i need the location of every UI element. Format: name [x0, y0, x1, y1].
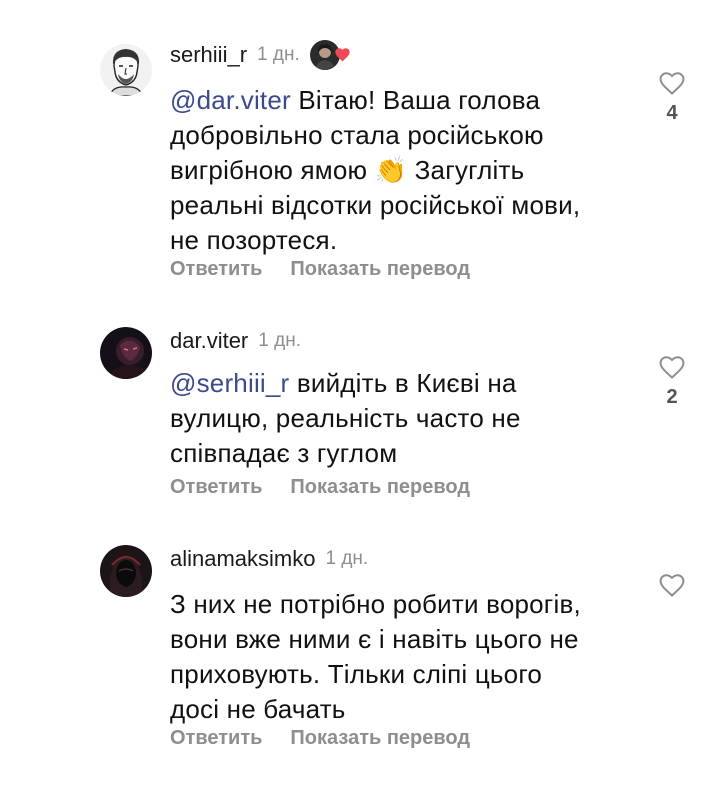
comment-time: 1 дн. [257, 44, 300, 65]
comment-text-line: не позортеся. [170, 225, 338, 255]
reply-button[interactable]: Ответить [170, 258, 262, 281]
username[interactable]: serhiii_r [170, 42, 247, 68]
show-translation-button[interactable]: Показать перевод [290, 727, 470, 750]
comment-text-line: вулицю, реальність часто не [170, 403, 521, 433]
like-column: 2 [652, 354, 692, 409]
comment-text-line: вони вже ними є і навіть цього не [170, 624, 579, 654]
like-column: 4 [652, 70, 692, 125]
comment-text-line: реальні відсотки російської мови, [170, 190, 581, 220]
avatar[interactable] [100, 545, 152, 597]
mention-link[interactable]: @serhiii_r [170, 368, 289, 398]
comment-text-line: добровільно стала російською [170, 120, 544, 150]
comment-text-segment: вийдіть в Києві на [289, 368, 517, 398]
heart-outline-icon[interactable] [658, 354, 686, 380]
heart-filled-icon [335, 48, 350, 62]
comment-text-line: @dar.viter Вітаю! Ваша голова [170, 83, 620, 118]
avatar[interactable] [100, 44, 152, 96]
comment-meta: dar.viter 1 дн. [170, 326, 301, 356]
comment-meta: alinamaksimko 1 дн. [170, 544, 368, 574]
hooded-figure-icon [100, 545, 152, 597]
comment-text-line: З них не потрібно робити ворогів, [170, 589, 581, 619]
show-translation-button[interactable]: Показать перевод [290, 476, 470, 499]
reply-button[interactable]: Ответить [170, 727, 262, 750]
comment-text-line: приховують. Тільки сліпі цього [170, 659, 543, 689]
dark-portrait-icon [100, 327, 152, 379]
comment-meta: serhiii_r 1 дн. [170, 40, 354, 70]
comment-time: 1 дн. [258, 330, 301, 351]
like-count: 4 [666, 102, 678, 124]
mention-link[interactable]: @dar.viter [170, 85, 291, 115]
author-liked-badge [309, 40, 354, 70]
username[interactable]: dar.viter [170, 328, 248, 354]
comment-text: @serhiii_r вийдіть в Києві на вулицю, ре… [170, 366, 620, 471]
heart-outline-icon[interactable] [658, 70, 686, 96]
show-translation-button[interactable]: Показать перевод [290, 258, 470, 281]
comment-actions: Ответить Показать перевод [170, 474, 470, 500]
reply-button[interactable]: Ответить [170, 476, 262, 499]
comment-text-line: досі не бачать [170, 694, 346, 724]
comment-text-line: вигрібною ямою 👏 Загугліть [170, 155, 525, 185]
comment-text-line: @serhiii_r вийдіть в Києві на [170, 366, 620, 401]
comment-text-segment: Вітаю! Ваша голова [290, 85, 541, 115]
username[interactable]: alinamaksimko [170, 546, 316, 572]
like-count: 2 [666, 386, 678, 408]
comment-actions: Ответить Показать перевод [170, 725, 470, 751]
comment-text-line: співпадає з гуглом [170, 438, 398, 468]
comment-actions: Ответить Показать перевод [170, 256, 470, 282]
comment-text: З них не потрібно робити ворогів, вони в… [170, 587, 620, 727]
man-portrait-icon [100, 44, 152, 96]
comment-text: @dar.viter Вітаю! Ваша голова добровільн… [170, 83, 620, 258]
comment-time: 1 дн. [325, 548, 369, 569]
avatar[interactable] [100, 327, 152, 379]
heart-outline-icon[interactable] [658, 572, 686, 598]
like-column [652, 572, 692, 598]
